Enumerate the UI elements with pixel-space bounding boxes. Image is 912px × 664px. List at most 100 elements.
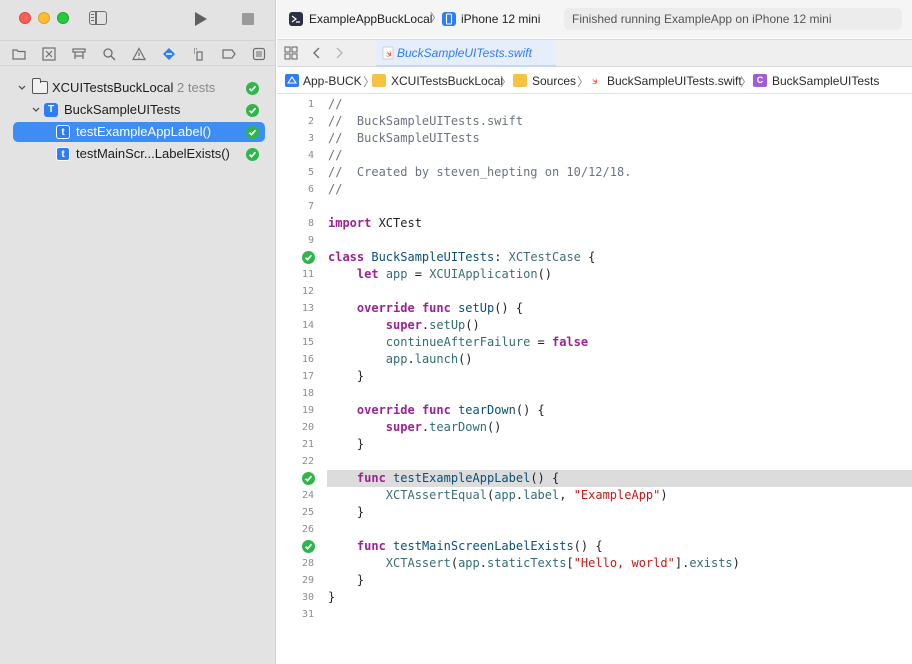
destination-name[interactable]: iPhone 12 mini: [461, 9, 540, 29]
window-titlebar: [0, 0, 276, 38]
code-line[interactable]: 27 func testMainScreenLabelExists() {: [277, 538, 912, 555]
project-icon: [285, 74, 299, 87]
code-line[interactable]: 31: [277, 606, 912, 623]
line-number: 2: [307, 116, 314, 127]
chevron-down-icon[interactable]: [32, 106, 40, 114]
run-button[interactable]: [195, 12, 207, 26]
code-line[interactable]: 19 override func tearDown() {: [277, 402, 912, 419]
code-line[interactable]: 22: [277, 453, 912, 470]
test-tree-row-test-example-app-label[interactable]: t testExampleAppLabel(): [13, 122, 265, 142]
line-number: 22: [301, 456, 314, 467]
breadcrumb-file[interactable]: BuckSampleUITests.swift: [607, 74, 742, 88]
code-line[interactable]: 29 }: [277, 572, 912, 589]
code-line[interactable]: 6 //: [277, 181, 912, 198]
line-number: 16: [301, 354, 314, 365]
code-line[interactable]: 12: [277, 283, 912, 300]
line-number: 25: [301, 507, 314, 518]
test-method-icon: t: [56, 147, 70, 161]
project-navigator-folder-icon[interactable]: [12, 47, 26, 61]
close-window-button[interactable]: [19, 12, 31, 24]
navigator-selector-bar: [0, 40, 276, 66]
code-line[interactable]: 18: [277, 385, 912, 402]
window-toolbar: ExampleAppBuckLocal 〉 iPhone 12 mini Fin…: [277, 0, 912, 38]
code-text: //: [328, 148, 343, 162]
code-line[interactable]: 17 }: [277, 368, 912, 385]
chevron-down-icon[interactable]: [18, 84, 26, 92]
minimize-window-button[interactable]: [38, 12, 50, 24]
code-line[interactable]: 24 XCTAssertEqual(app.label, "ExampleApp…: [277, 487, 912, 504]
line-number: 1: [307, 99, 314, 110]
line-number: 7: [307, 201, 314, 212]
code-line[interactable]: 4 //: [277, 147, 912, 164]
code-line[interactable]: 20 super.tearDown(): [277, 419, 912, 436]
debug-navigator-spray-icon[interactable]: [192, 47, 206, 61]
breadcrumb-sources[interactable]: Sources: [532, 74, 576, 88]
test-passed-icon[interactable]: [302, 472, 315, 485]
code-line[interactable]: 2 // BuckSampleUITests.swift: [277, 113, 912, 130]
test-tree-row-test-main-screen[interactable]: t testMainScr...LabelExists(): [14, 144, 264, 164]
test-tree-row-class[interactable]: T BuckSampleUITests: [14, 100, 264, 120]
line-number: 29: [301, 575, 314, 586]
code-line[interactable]: 13 override func setUp() {: [277, 300, 912, 317]
code-line[interactable]: 16 app.launch(): [277, 351, 912, 368]
code-line[interactable]: 11 let app = XCUIApplication(): [277, 266, 912, 283]
code-text: //: [328, 97, 343, 111]
test-method-label: testExampleAppLabel(): [76, 124, 212, 139]
test-passed-icon[interactable]: [302, 540, 315, 553]
test-class-label: BuckSampleUITests: [64, 102, 181, 117]
code-line[interactable]: 14 super.setUp(): [277, 317, 912, 334]
breadcrumb-group[interactable]: XCUITestsBuckLocal: [391, 74, 503, 88]
stop-button[interactable]: [242, 13, 254, 25]
symbol-navigator-icon[interactable]: [72, 47, 86, 61]
line-number: 20: [301, 422, 314, 433]
test-passed-icon: [246, 104, 259, 117]
code-text: super.setUp(): [385, 318, 480, 332]
class-symbol-icon: C: [753, 74, 767, 87]
sidebar-toggle-icon[interactable]: [89, 11, 107, 25]
test-passed-icon[interactable]: [302, 251, 315, 264]
code-line[interactable]: 21 }: [277, 436, 912, 453]
code-line[interactable]: 7: [277, 198, 912, 215]
line-number: 5: [307, 167, 314, 178]
code-line[interactable]: 30}: [277, 589, 912, 606]
breadcrumb-project[interactable]: App-BUCK: [303, 74, 362, 88]
code-line[interactable]: 23 func testExampleAppLabel() {: [277, 470, 912, 487]
tab-filename: BuckSampleUITests.swift: [397, 46, 532, 60]
breadcrumb-class[interactable]: BuckSampleUITests: [772, 74, 879, 88]
back-chevron-icon[interactable]: [310, 46, 324, 60]
code-line[interactable]: 9: [277, 232, 912, 249]
zoom-window-button[interactable]: [57, 12, 69, 24]
chevron-right-icon: 〉: [500, 75, 513, 89]
line-number: 26: [301, 524, 314, 535]
code-line[interactable]: 8 import XCTest: [277, 215, 912, 232]
code-text: import XCTest: [328, 216, 422, 230]
line-number: 30: [301, 592, 314, 603]
code-text: func testMainScreenLabelExists() {: [356, 539, 603, 553]
source-editor[interactable]: 1 // 2 // BuckSampleUITests.swift 3 // BuckSa…: [277, 95, 912, 664]
editor-tab-active[interactable]: BuckSampleUITests.swift: [376, 40, 556, 67]
code-line[interactable]: 10class BuckSampleUITests: XCTestCase {: [277, 249, 912, 266]
find-navigator-search-icon[interactable]: [102, 47, 116, 61]
forward-chevron-icon[interactable]: [332, 46, 346, 60]
line-number: 8: [307, 218, 314, 229]
code-line[interactable]: 25 }: [277, 504, 912, 521]
breakpoint-navigator-tag-icon[interactable]: [222, 47, 236, 61]
code-text: // BuckSampleUITests.swift: [328, 114, 524, 128]
code-line[interactable]: 26: [277, 521, 912, 538]
test-navigator-diamond-icon[interactable]: [162, 47, 176, 61]
code-line[interactable]: 1 //: [277, 96, 912, 113]
line-number: 9: [307, 235, 314, 246]
test-tree-row-bundle[interactable]: XCUITestsBuckLocal 2 tests: [14, 78, 264, 98]
folder-icon: [513, 74, 527, 87]
report-navigator-list-icon[interactable]: [252, 47, 266, 61]
line-number: 4: [307, 150, 314, 161]
code-line[interactable]: 28 XCTAssert(app.staticTexts["Hello, wor…: [277, 555, 912, 572]
test-method-label: testMainScr...LabelExists(): [76, 146, 230, 161]
code-line[interactable]: 15 continueAfterFailure = false: [277, 334, 912, 351]
code-line[interactable]: 5 // Created by steven_hepting on 10/12/1…: [277, 164, 912, 181]
grid-icon[interactable]: [284, 46, 298, 60]
source-control-navigator-icon[interactable]: [42, 47, 56, 61]
code-text: }: [328, 505, 365, 519]
code-line[interactable]: 3 // BuckSampleUITests: [277, 130, 912, 147]
issue-navigator-warning-icon[interactable]: [132, 47, 146, 61]
